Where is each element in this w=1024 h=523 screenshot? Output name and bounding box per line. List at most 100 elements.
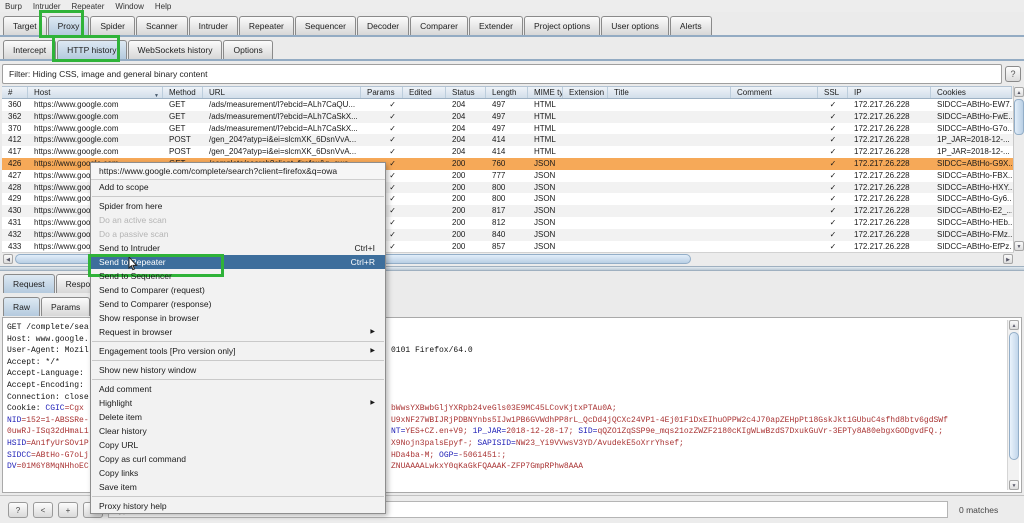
cell-extension [563,229,608,241]
menubar-item-help[interactable]: Help [155,2,171,11]
cell-extension [563,158,608,170]
editor-vertical-scrollbar[interactable]: ▲ ▼ [1007,320,1019,490]
menu-item-engagement-tools-pro-version-only[interactable]: Engagement tools [Pro version only]▶ [91,344,385,358]
previous-match-button[interactable]: < [33,502,53,518]
tab-scanner[interactable]: Scanner [136,16,188,35]
column-header-mime-type[interactable]: MIME type [528,87,563,98]
column-header-extension[interactable]: Extension [563,87,608,98]
tab-comparer[interactable]: Comparer [410,16,468,35]
scroll-up-icon[interactable]: ▲ [1014,87,1024,97]
menu-item-proxy-history-help[interactable]: Proxy history help [91,499,385,513]
scroll-down-icon[interactable]: ▼ [1009,480,1019,490]
cell-ssl: ✓ [818,111,848,123]
menubar-item-intruder[interactable]: Intruder [33,2,61,11]
menubar-item-burp[interactable]: Burp [5,2,22,11]
menubar-item-repeater[interactable]: Repeater [71,2,104,11]
menu-item-clear-history[interactable]: Clear history [91,424,385,438]
view-tab-raw[interactable]: Raw [3,297,40,316]
tab-sequencer[interactable]: Sequencer [295,16,356,35]
filter-help-button[interactable]: ? [1005,66,1021,82]
menu-item-add-to-scope[interactable]: Add to scope [91,180,385,194]
tab-repeater[interactable]: Repeater [239,16,294,35]
cell-ip: 172.217.26.228 [848,134,931,146]
cell-method: POST [163,146,203,158]
menu-item-delete-item[interactable]: Delete item [91,410,385,424]
menu-item-send-to-repeater[interactable]: Send to RepeaterCtrl+R [91,255,385,269]
menu-item-send-to-comparer-response[interactable]: Send to Comparer (response) [91,297,385,311]
tab-decoder[interactable]: Decoder [357,16,409,35]
cell-edited [403,217,446,229]
column-header-edited[interactable]: Edited [403,87,446,98]
menu-item-add-comment[interactable]: Add comment [91,382,385,396]
column-header-title[interactable]: Title [608,87,731,98]
menu-item-show-response-in-browser[interactable]: Show response in browser [91,311,385,325]
cell-title [608,170,731,182]
column-header-ip[interactable]: IP [848,87,931,98]
vertical-scroll-thumb[interactable] [1014,99,1024,135]
menu-item-copy-url[interactable]: Copy URL [91,438,385,452]
tab-options[interactable]: Options [223,40,272,59]
cell-ssl: ✓ [818,205,848,217]
column-header-cookies[interactable]: Cookies [931,87,1012,98]
tab-target[interactable]: Target [3,16,47,35]
menu-item-request-in-browser[interactable]: Request in browser▶ [91,325,385,339]
view-tab-params[interactable]: Params [41,297,90,316]
menu-item-send-to-sequencer[interactable]: Send to Sequencer [91,269,385,283]
column-header-length[interactable]: Length [486,87,528,98]
cell-extension [563,241,608,253]
match-count: 0 matches [959,505,998,515]
table-row[interactable]: 362https://www.google.comGET/ads/measure… [2,111,1014,123]
column-header-method[interactable]: Method [163,87,203,98]
menu-item-show-new-history-window[interactable]: Show new history window [91,363,385,377]
tab-intruder[interactable]: Intruder [189,16,238,35]
table-row[interactable]: 360https://www.google.comGET/ads/measure… [2,99,1014,111]
editor-tab-request[interactable]: Request [3,274,55,293]
table-row[interactable]: 412https://www.google.comPOST/gen_204?at… [2,134,1014,146]
table-row[interactable]: 370https://www.google.comGET/ads/measure… [2,123,1014,135]
column-header-ssl[interactable]: SSL [818,87,848,98]
tab-extender[interactable]: Extender [469,16,523,35]
tab-http-history[interactable]: HTTP history [57,40,126,59]
add-search-button[interactable]: + [58,502,78,518]
cell-mime: HTML [528,99,563,111]
search-help-button[interactable]: ? [8,502,28,518]
tab-project-options[interactable]: Project options [524,16,600,35]
cell-mime: JSON [528,182,563,194]
request-line-text: Connection: close [7,392,89,404]
scroll-down-icon[interactable]: ▼ [1014,241,1024,251]
cell-length: 800 [486,182,528,194]
cell-cookies: SIDCC=ABtHo-EfPz... [931,241,1012,253]
sort-descending-icon: ▼ [154,90,159,98]
column-header-params[interactable]: Params [361,87,403,98]
tab-spider[interactable]: Spider [90,16,135,35]
scroll-left-icon[interactable]: ◀ [3,254,13,264]
editor-scroll-thumb[interactable] [1009,332,1019,460]
menubar-item-window[interactable]: Window [115,2,143,11]
column-header-comment[interactable]: Comment [731,87,818,98]
cell-status: 200 [446,217,486,229]
menu-item-copy-as-curl-command[interactable]: Copy as curl command [91,452,385,466]
column-header-status[interactable]: Status [446,87,486,98]
cell-ip: 172.217.26.228 [848,111,931,123]
menu-item-send-to-comparer-request[interactable]: Send to Comparer (request) [91,283,385,297]
tab-intercept[interactable]: Intercept [3,40,56,59]
tab-proxy[interactable]: Proxy [48,16,90,35]
menu-item-spider-from-here[interactable]: Spider from here [91,199,385,213]
column-header-host[interactable]: Host▼ [28,87,163,98]
column-header-item[interactable]: # [2,87,28,98]
request-line-text: HSID=An1fyUrSOv1P [7,438,89,450]
menu-item-copy-links[interactable]: Copy links [91,466,385,480]
menu-item-highlight[interactable]: Highlight▶ [91,396,385,410]
tab-alerts[interactable]: Alerts [670,16,712,35]
tab-user-options[interactable]: User options [601,16,669,35]
menu-item-save-item[interactable]: Save item [91,480,385,494]
tab-websockets-history[interactable]: WebSockets history [128,40,223,59]
scroll-up-icon[interactable]: ▲ [1009,320,1019,330]
table-row[interactable]: 417https://www.google.comPOST/gen_204?at… [2,146,1014,158]
cell-cookies: SIDCC=ABtHo-E2_... [931,205,1012,217]
filter-bar[interactable]: Filter: Hiding CSS, image and general bi… [2,64,1002,84]
column-header-url[interactable]: URL [203,87,361,98]
menu-item-send-to-intruder[interactable]: Send to IntruderCtrl+I [91,241,385,255]
scroll-right-icon[interactable]: ▶ [1003,254,1013,264]
table-vertical-scrollbar[interactable]: ▲ ▼ [1013,86,1024,252]
